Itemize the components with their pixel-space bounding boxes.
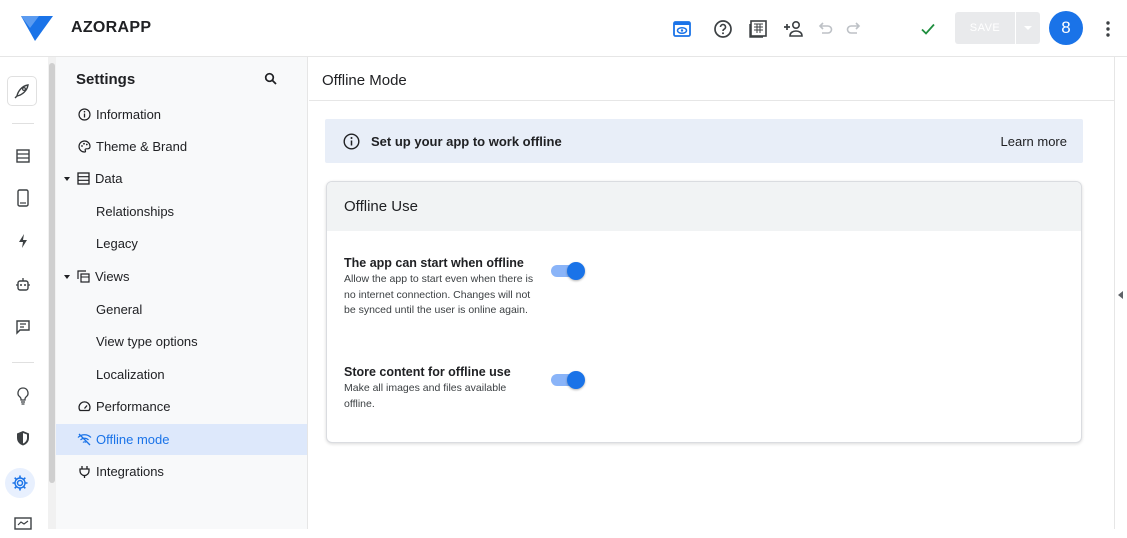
check-icon[interactable] — [915, 16, 941, 42]
nav-item-label: Performance — [96, 399, 171, 414]
caret-down-icon[interactable] — [64, 176, 70, 181]
arrow-drop-down-icon — [1024, 26, 1032, 30]
save-options-dropdown[interactable] — [1015, 12, 1040, 44]
redo-icon[interactable] — [841, 16, 867, 42]
views-icon — [75, 269, 91, 285]
nav-item-label: Relationships — [96, 204, 175, 219]
nav-title: Settings — [76, 71, 136, 88]
save-button[interactable]: SAVE — [955, 12, 1015, 44]
learn-more-link[interactable]: Learn more — [1001, 134, 1067, 149]
rail-divider — [12, 123, 34, 124]
card-title: Offline Use — [327, 182, 1081, 231]
nav-item-legacy[interactable]: Legacy — [56, 228, 307, 259]
left-rail — [0, 57, 48, 530]
nav-item-label: Offline mode — [96, 432, 170, 447]
nav-item-integrations[interactable]: Integrations — [56, 456, 307, 487]
nav-item-label: Integrations — [96, 464, 164, 479]
rail-divider — [12, 362, 34, 363]
monitor-icon[interactable] — [10, 512, 36, 538]
settings-nav: Settings Information Theme & Brand Data … — [56, 57, 308, 529]
nav-item-label: Views — [95, 269, 130, 284]
scrollbar-thumb[interactable] — [49, 63, 55, 483]
rail-scrollbar[interactable] — [48, 57, 56, 529]
table-icon — [75, 171, 91, 187]
main-header: Offline Mode — [309, 57, 1114, 101]
setting-start-offline: The app can start when offline Allow the… — [344, 256, 534, 319]
info-icon — [76, 107, 92, 123]
bulb-icon[interactable] — [10, 383, 36, 409]
undo-icon[interactable] — [812, 16, 838, 42]
setting-label: Store content for offline use — [344, 365, 511, 379]
robot-icon[interactable] — [10, 271, 36, 297]
nav-item-label: General — [96, 302, 143, 317]
table-icon[interactable] — [745, 16, 771, 42]
nav-item-data[interactable]: Data — [56, 163, 307, 194]
app-logo-icon[interactable] — [21, 14, 53, 47]
nav-item-views[interactable]: Views — [56, 261, 307, 292]
nav-item-label: Information — [96, 107, 162, 122]
speed-icon — [76, 399, 92, 415]
nav-item-label: Data — [95, 171, 123, 186]
setting-label: The app can start when offline — [344, 256, 524, 270]
toggle-knob — [567, 371, 585, 389]
offline-use-card: Offline Use The app can start when offli… — [326, 181, 1082, 443]
info-icon — [342, 132, 360, 150]
start-offline-toggle[interactable] — [551, 262, 585, 280]
caret-down-icon[interactable] — [64, 274, 70, 279]
nav-item-label: View type options — [96, 334, 198, 349]
user-avatar[interactable]: 8 — [1049, 11, 1083, 45]
wifi-off-icon — [76, 432, 92, 448]
bolt-icon[interactable] — [10, 228, 36, 254]
nav-item-performance[interactable]: Performance — [56, 391, 307, 422]
nav-item-localization[interactable]: Localization — [56, 359, 307, 390]
toggle-knob — [567, 262, 585, 280]
more-vert-icon[interactable] — [1101, 17, 1115, 41]
page-title: Offline Mode — [322, 72, 407, 89]
plug-icon — [76, 464, 92, 480]
nav-item-relationships[interactable]: Relationships — [56, 196, 307, 227]
search-icon[interactable] — [261, 69, 281, 89]
palette-icon — [76, 139, 92, 155]
nav-item-offline-mode[interactable]: Offline mode — [56, 424, 307, 455]
rocket-icon[interactable] — [7, 76, 37, 106]
add-user-icon[interactable] — [780, 16, 806, 42]
nav-item-general[interactable]: General — [56, 294, 307, 325]
gear-icon[interactable] — [5, 468, 35, 498]
app-name: AZORAPP — [71, 19, 152, 36]
shield-icon[interactable] — [10, 425, 36, 451]
preview-icon[interactable] — [669, 16, 695, 42]
data-icon[interactable] — [10, 143, 36, 169]
right-panel-toggle[interactable] — [1114, 57, 1127, 529]
save-button-group: SAVE — [955, 12, 1040, 44]
phone-icon[interactable] — [10, 185, 36, 211]
nav-item-label: Legacy — [96, 236, 138, 251]
setting-description: Allow the app to start even when there i… — [344, 273, 534, 316]
nav-item-label: Theme & Brand — [96, 139, 188, 154]
store-offline-toggle[interactable] — [551, 371, 585, 389]
setting-description: Make all images and files available offl… — [344, 382, 507, 410]
chevron-left-icon — [1118, 291, 1123, 299]
nav-item-label: Localization — [96, 367, 165, 382]
main-panel: Offline Mode Set up your app to work off… — [309, 57, 1114, 529]
nav-item-view-type-options[interactable]: View type options — [56, 326, 307, 357]
info-banner: Set up your app to work offline Learn mo… — [325, 119, 1083, 163]
help-icon[interactable] — [710, 16, 736, 42]
top-bar: AZORAPP SAVE 8 — [0, 0, 1127, 57]
setting-store-offline: Store content for offline use Make all i… — [344, 365, 534, 412]
chat-icon[interactable] — [10, 314, 36, 340]
nav-item-information[interactable]: Information — [56, 99, 307, 130]
banner-text: Set up your app to work offline — [371, 133, 562, 149]
nav-item-theme-brand[interactable]: Theme & Brand — [56, 131, 307, 162]
